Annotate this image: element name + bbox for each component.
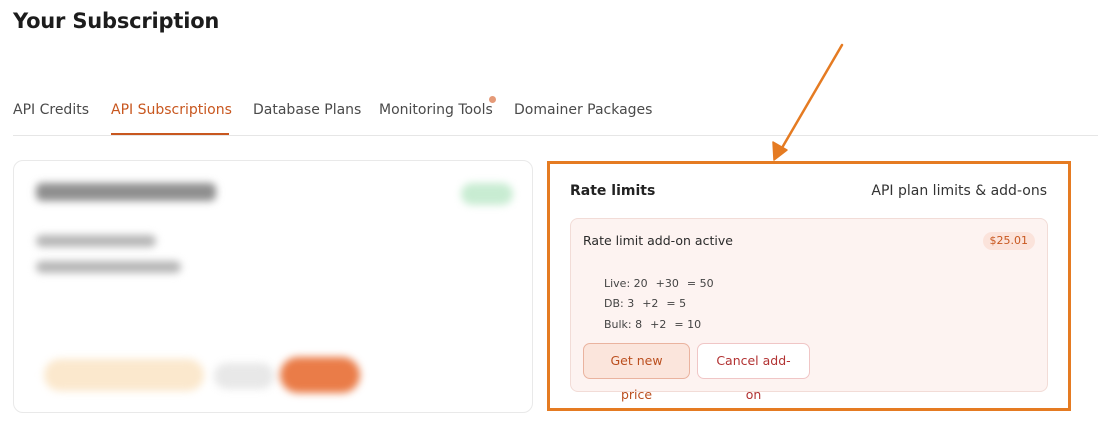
- addon-panel: Rate limit add-on active $25.01 Live: 20…: [570, 218, 1048, 402]
- addon-title: Rate limit add-on active: [583, 233, 733, 248]
- rate-limits-card: Rate limits API plan limits & add-ons Ra…: [550, 164, 1068, 408]
- page-title: Your Subscription: [13, 9, 220, 33]
- subscription-card-blurred: [13, 160, 533, 413]
- limit-row-bulk: Bulk: 8 +2 = 10: [583, 305, 709, 344]
- get-new-price-button[interactable]: Get new price: [583, 343, 690, 402]
- blurred-button: [214, 363, 274, 389]
- tab-domainer-packages[interactable]: Domainer Packages: [514, 102, 652, 118]
- limit-added: +2: [650, 318, 667, 331]
- blurred-detail-line: [36, 261, 181, 273]
- blurred-plan-title: [36, 183, 216, 201]
- tab-monitoring-tools[interactable]: Monitoring Tools: [379, 102, 493, 118]
- blurred-button: [280, 357, 360, 393]
- cancel-addon-button[interactable]: Cancel add-on: [697, 343, 810, 402]
- tab-database-plans[interactable]: Database Plans: [253, 102, 361, 118]
- limit-base: Bulk: 8: [603, 318, 643, 331]
- subscription-tabs: API Credits API Subscriptions Database P…: [13, 96, 1098, 136]
- tab-api-credits[interactable]: API Credits: [13, 102, 89, 118]
- blurred-status-badge: [461, 183, 513, 205]
- rate-limits-subtitle: API plan limits & add-ons: [871, 183, 1047, 199]
- active-tab-indicator: [111, 133, 229, 135]
- tab-api-subscriptions[interactable]: API Subscriptions: [111, 102, 232, 118]
- rate-limits-title: Rate limits: [570, 183, 656, 199]
- notification-dot: [489, 96, 496, 103]
- blurred-detail-line: [36, 235, 156, 247]
- limit-total: = 10: [674, 318, 702, 331]
- price-badge: $25.01: [982, 232, 1035, 250]
- blurred-button: [44, 359, 204, 391]
